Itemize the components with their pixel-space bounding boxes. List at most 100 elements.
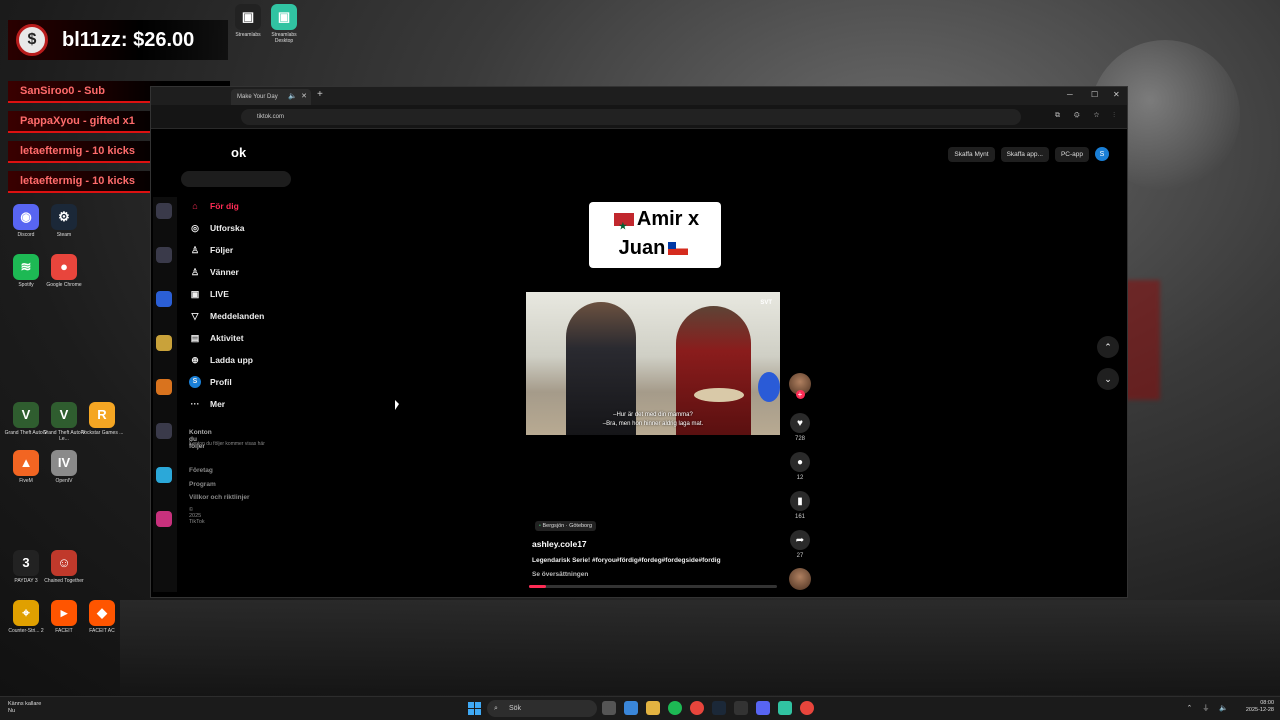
weather-widget[interactable]: Känns kallare Nu [8, 701, 41, 715]
chrome-active-taskbar-icon[interactable] [800, 701, 814, 715]
location-pin-icon: ▪ [539, 523, 541, 529]
previous-video-button[interactable]: ⌃ [1097, 336, 1119, 358]
heart-icon: ♥ [790, 413, 810, 433]
desktop-icon-streamlabs-desktop[interactable]: ▣ Streamlabs Desktop [262, 4, 306, 44]
desktop-icon[interactable]: R Rockstar Games ... [80, 402, 124, 436]
location-tag[interactable]: ▪ Bergsjön · Göteborg [535, 521, 597, 531]
app-icon: ◉ [13, 204, 39, 230]
app-icon: V [13, 402, 39, 428]
share-button[interactable]: ➦ 27 [787, 530, 813, 559]
strip-icon[interactable] [156, 467, 172, 483]
browser-tab[interactable]: Make Your Day 🔈 ✕ [231, 89, 311, 105]
compass-icon: ◎ [191, 222, 199, 233]
app-icon: ◆ [89, 600, 115, 626]
copyright: © 2025 TikTok [189, 507, 205, 525]
desktop-icon[interactable]: ⚙ Steam [42, 204, 86, 238]
like-button[interactable]: ♥ 728 [787, 413, 813, 442]
app-taskbar-icon[interactable] [734, 701, 748, 715]
task-view-icon[interactable] [602, 701, 616, 715]
nav-label: Utforska [210, 223, 245, 233]
follow-plus-icon[interactable]: + [795, 390, 805, 399]
save-button[interactable]: ▮ 161 [787, 491, 813, 520]
steam-taskbar-icon[interactable] [712, 701, 726, 715]
streamlabs-icon: ▣ [235, 4, 261, 30]
pc-app-button[interactable]: PC-app [1054, 146, 1089, 162]
desktop-icon[interactable]: ◆ FACEIT AC [80, 600, 124, 634]
strip-icon[interactable] [156, 423, 172, 439]
subtitle-line: –Bra, men hon hinner aldrig laga mat. [602, 421, 704, 427]
morocco-flag-icon [613, 212, 634, 241]
strip-icon[interactable] [156, 203, 172, 219]
search-input[interactable] [181, 171, 291, 187]
close-window-button[interactable]: ✕ [1113, 90, 1120, 99]
nav-label: Ladda upp [210, 355, 253, 365]
send-icon: ▽ [191, 310, 199, 321]
subtitle-line: –Hur är det med din mamma? [613, 412, 693, 418]
new-tab-button[interactable]: + [317, 89, 323, 100]
coin-icon: $ [16, 24, 48, 56]
video-ball [758, 372, 780, 402]
start-button[interactable] [468, 702, 481, 715]
wallpaper-table [120, 600, 1280, 695]
desktop-icon-label: Streamlabs Desktop [271, 32, 297, 44]
nav-messages[interactable]: ▽ Meddelanden [189, 307, 299, 325]
strip-icon[interactable] [156, 511, 172, 527]
nav-friends[interactable]: ♙ Vänner [189, 263, 299, 281]
chrome-taskbar-icon[interactable] [690, 701, 704, 715]
strip-icon[interactable] [156, 335, 172, 351]
footer-link[interactable]: Företag [189, 467, 213, 474]
svt-watermark: SVT [760, 300, 772, 306]
sound-avatar-button[interactable] [787, 568, 813, 590]
tab-bar: Make Your Day 🔈 ✕ + ─ ☐ ✕ [151, 87, 1127, 105]
strip-icon[interactable] [156, 379, 172, 395]
strip-icon[interactable] [156, 291, 172, 307]
tiktok-logo[interactable]: ok [231, 145, 246, 160]
nav-explore[interactable]: ◎ Utforska [189, 219, 299, 237]
clock-date: 2025-12-28 [1245, 707, 1274, 713]
like-count: 728 [794, 436, 805, 442]
get-coins-button[interactable]: Skaffa Mynt [948, 146, 995, 162]
nav-following[interactable]: ♙ Följer [189, 241, 299, 259]
profile-avatar[interactable]: S [1095, 147, 1109, 161]
nav-upload[interactable]: ⊕ Ladda upp [189, 351, 299, 369]
app-icon: ☺ [51, 550, 77, 576]
clock[interactable]: 08:00 2025-12-28 [1246, 700, 1274, 714]
creator-handle[interactable]: ashley.cole17 [532, 539, 587, 549]
speaker-icon[interactable]: 🔈 [288, 89, 297, 105]
desktop-icon[interactable]: IV OpenIV [42, 450, 86, 484]
file-explorer-icon[interactable] [646, 701, 660, 715]
spotify-taskbar-icon[interactable] [668, 701, 682, 715]
nav-more[interactable]: ··· Mer [189, 395, 299, 413]
toolbar-icons[interactable]: ⧉ ⚙ ☆ ⋮ [1055, 112, 1121, 120]
see-translation-link[interactable]: Se översättningen [532, 571, 588, 578]
video-player[interactable]: SVT –Hur är det med din mamma? –Bra, men… [526, 292, 780, 435]
comment-icon: ● [790, 452, 810, 472]
widgets-icon[interactable] [624, 701, 638, 715]
video-progress[interactable] [529, 585, 777, 588]
streamlabs-taskbar-icon[interactable] [778, 701, 792, 715]
search-label: Sök [509, 705, 522, 712]
comment-button[interactable]: ● 12 [787, 452, 813, 481]
footer-link[interactable]: Villkor och riktlinjer [189, 494, 309, 501]
footer-link[interactable]: Program [189, 481, 216, 488]
search-icon: ⌕ [494, 705, 498, 712]
taskbar-search[interactable]: ⌕ Sök [487, 700, 597, 717]
creator-avatar-button[interactable]: + [787, 373, 813, 399]
url-field[interactable]: tiktok.com [241, 109, 1021, 125]
maximize-button[interactable]: ☐ [1091, 90, 1098, 99]
desktop-icon[interactable]: ● Google Chrome [42, 254, 86, 288]
desktop-icon[interactable]: ☺ Chained Together [42, 550, 86, 584]
close-tab-icon[interactable]: ✕ [301, 89, 307, 105]
next-video-button[interactable]: ⌄ [1097, 368, 1119, 390]
system-tray-icons[interactable]: ⌃ ⏚ 🔈 [1187, 703, 1232, 713]
nav-profile[interactable]: S Profil [189, 373, 299, 391]
nav-activity[interactable]: ▤ Aktivitet [189, 329, 299, 347]
get-app-button[interactable]: Skaffa app... [1000, 146, 1049, 162]
nav-for-you[interactable]: ⌂ För dig [189, 197, 299, 215]
minimize-button[interactable]: ─ [1067, 90, 1073, 99]
discord-taskbar-icon[interactable] [756, 701, 770, 715]
nav-live[interactable]: ▣ LIVE [189, 285, 299, 303]
strip-icon[interactable] [156, 247, 172, 263]
extension-strip [153, 197, 177, 592]
desktop-icon-label: OpenIV [55, 478, 73, 484]
